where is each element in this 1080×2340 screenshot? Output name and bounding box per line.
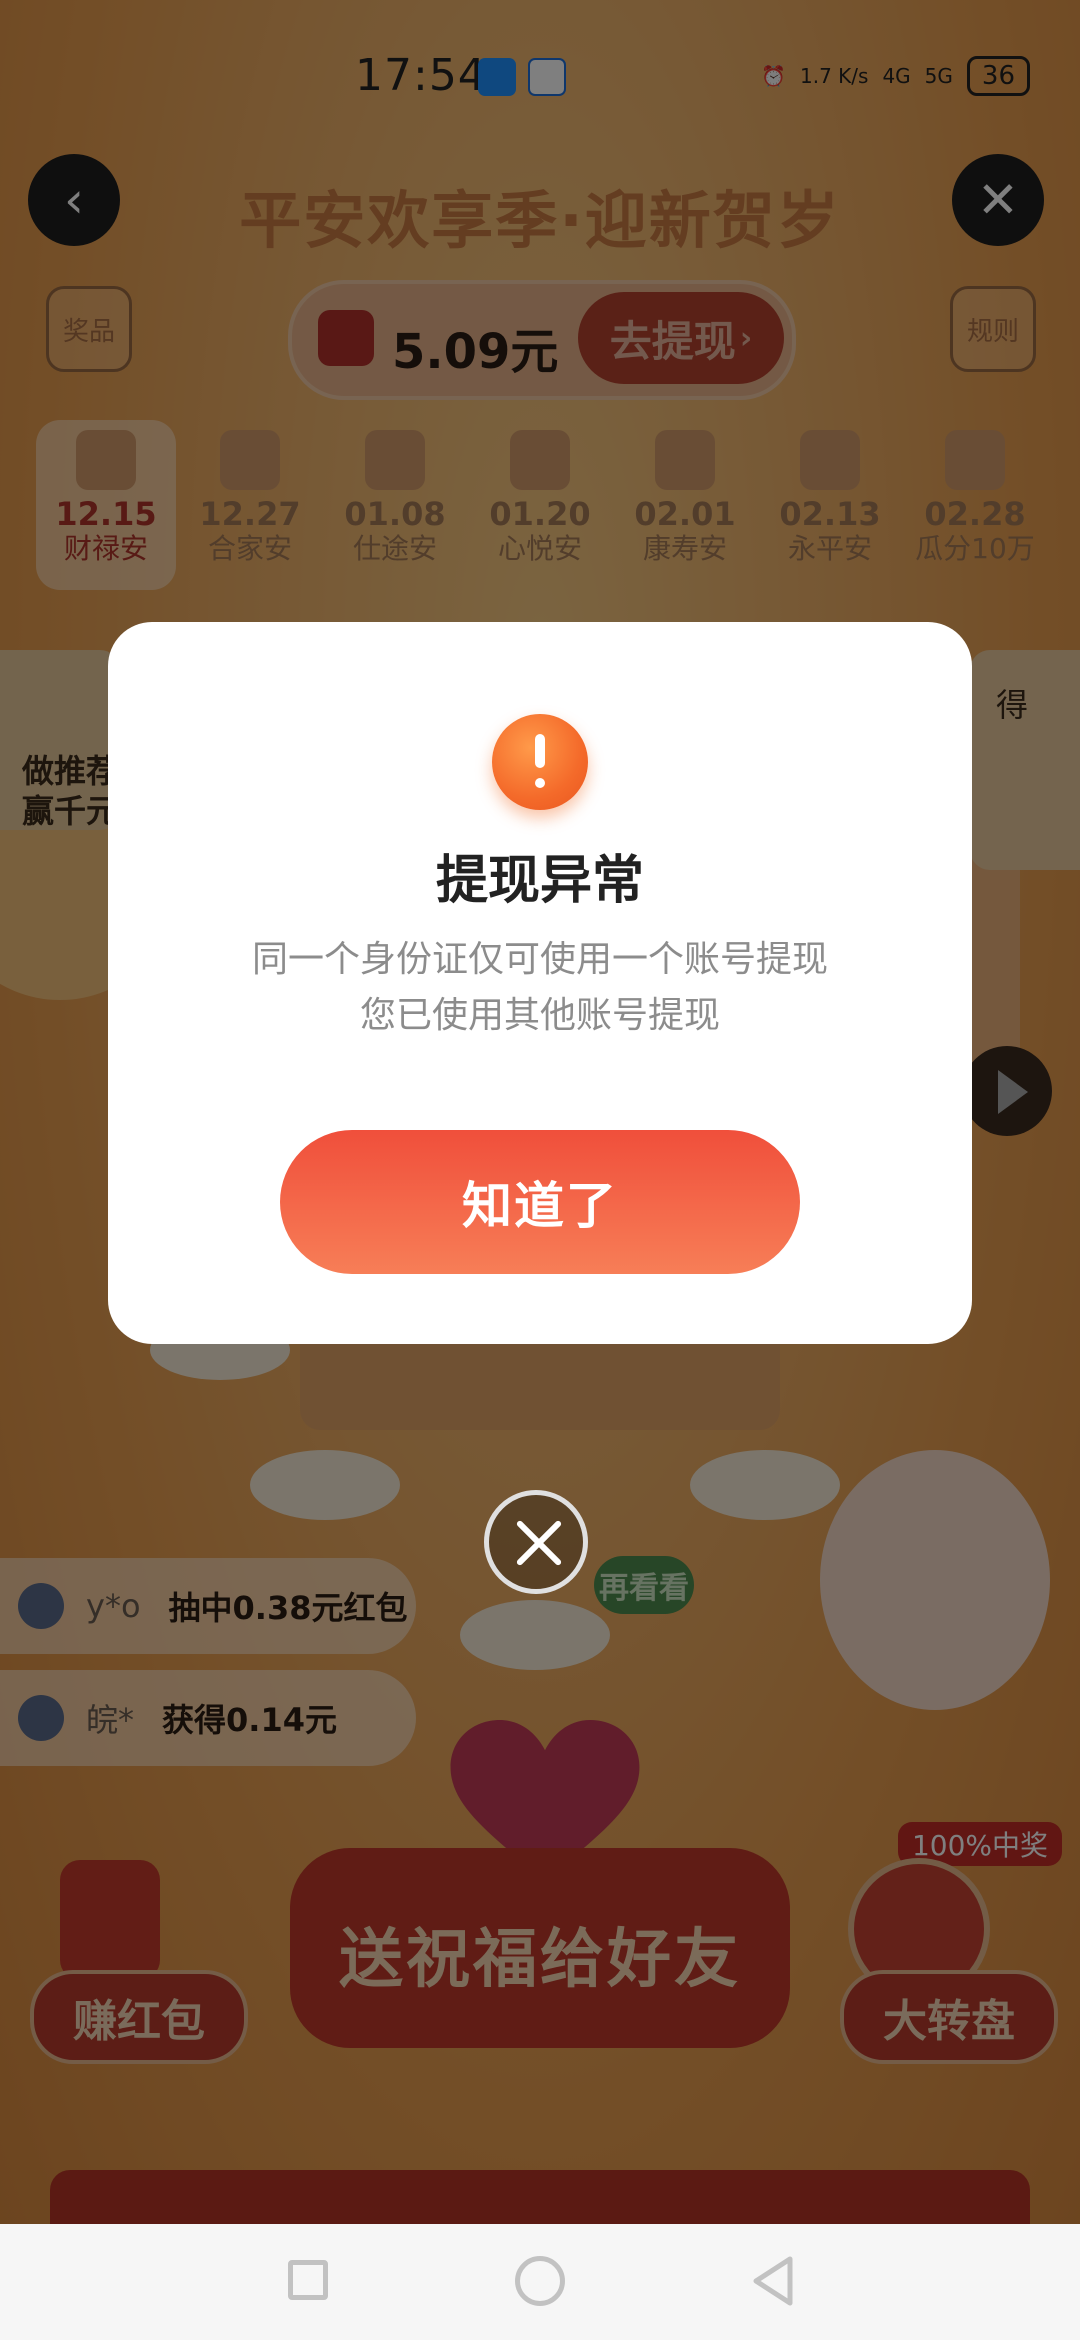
home-icon[interactable]	[515, 2256, 565, 2306]
system-nav-bar	[0, 2224, 1080, 2340]
dialog-title: 提现异常	[435, 851, 644, 911]
back-triangle-icon[interactable]	[748, 2254, 798, 2308]
dialog-message-line1: 同一个身份证仅可使用一个账号提现	[251, 939, 828, 980]
close-dialog-icon[interactable]	[484, 1490, 588, 1594]
warning-bar	[535, 734, 545, 768]
warning-dot	[535, 778, 545, 788]
withdraw-error-dialog: 提现异常 同一个身份证仅可使用一个账号提现 您已使用其他账号提现 知道了	[108, 622, 972, 1344]
dialog-message-line2: 您已使用其他账号提现	[359, 995, 720, 1036]
got-it-button[interactable]: 知道了	[280, 1130, 800, 1274]
recent-apps-icon[interactable]	[288, 2260, 328, 2300]
warning-icon	[492, 714, 588, 810]
